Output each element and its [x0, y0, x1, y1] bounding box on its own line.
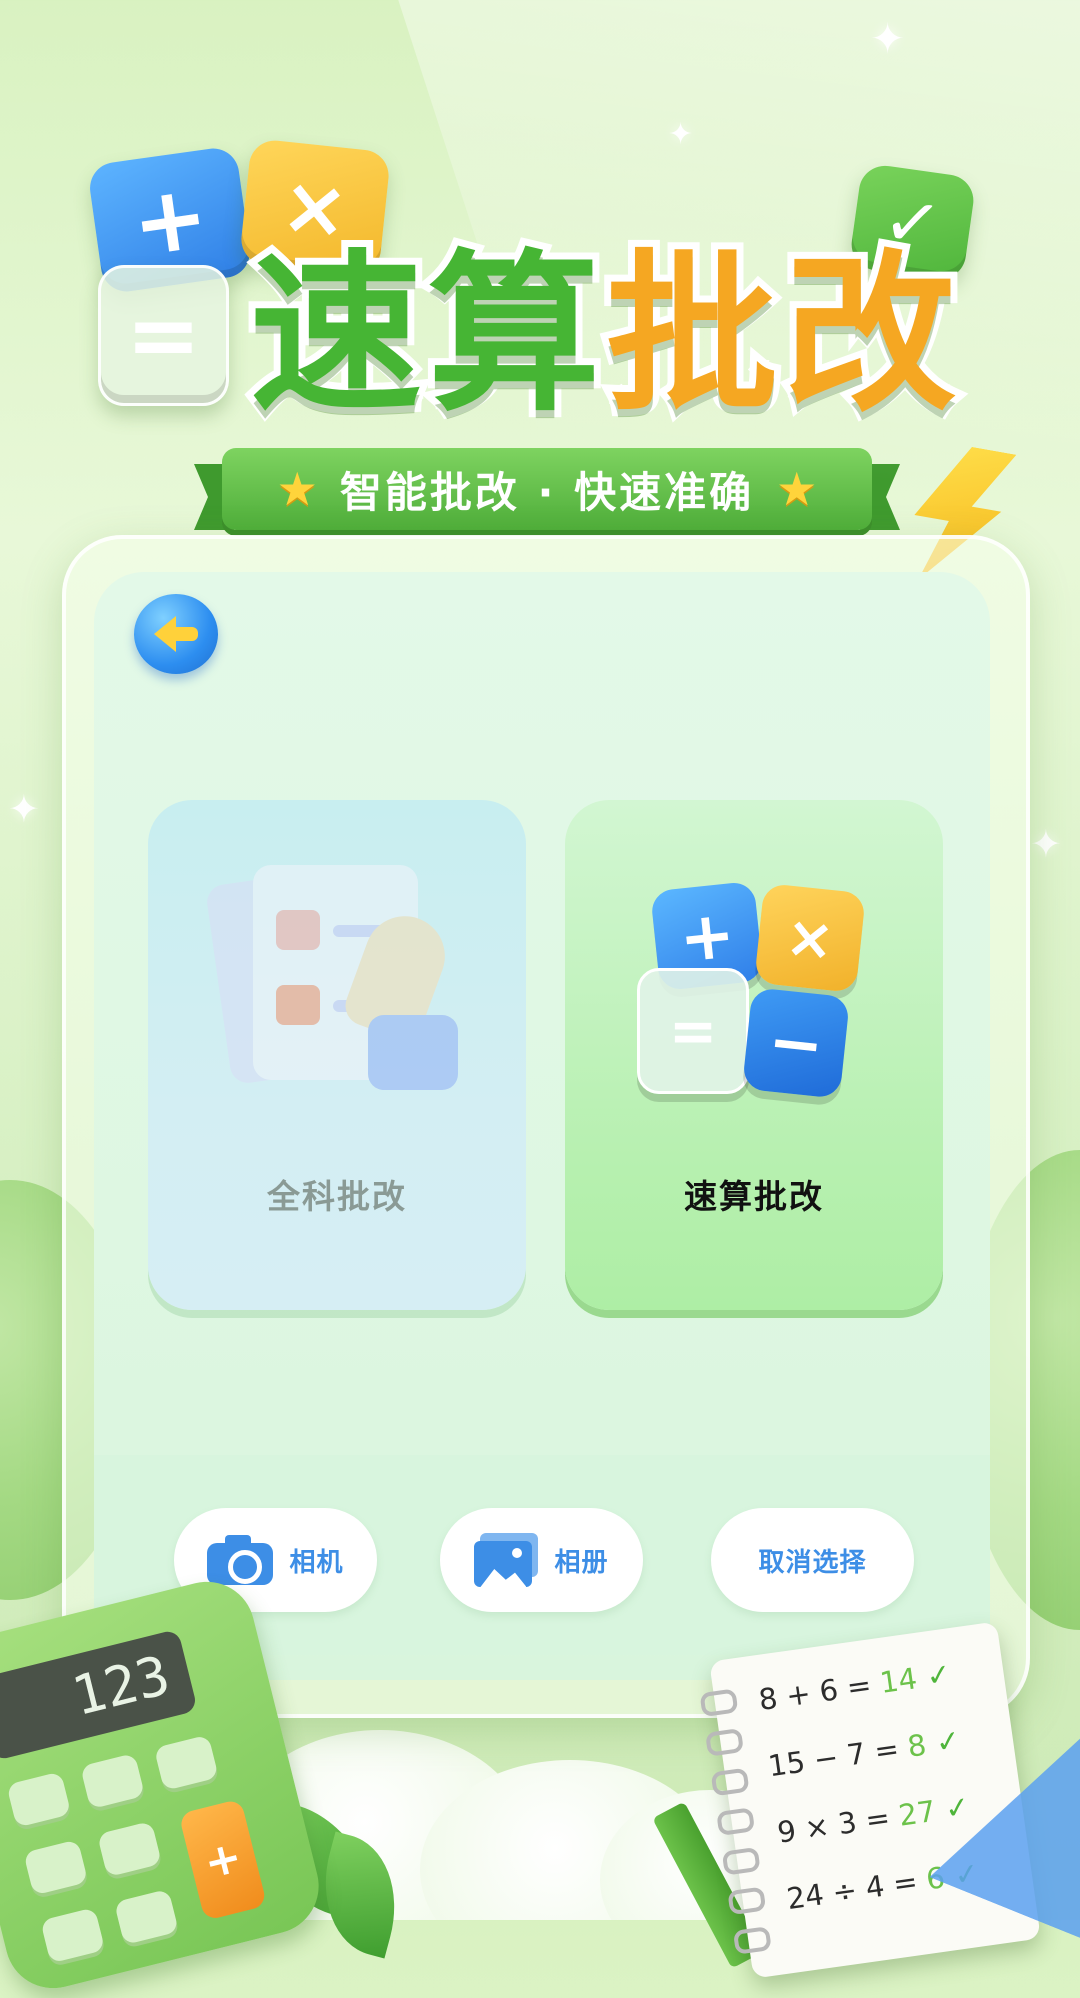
minus-icon: − — [741, 987, 851, 1099]
option-label-all-subjects: 全科批改 — [267, 1177, 407, 1216]
sparkle-icon: ✦ — [1030, 822, 1062, 866]
equals-icon: = — [637, 968, 749, 1094]
camera-icon — [207, 1535, 274, 1585]
star-icon: ★ — [776, 462, 818, 516]
equals-icon: = — [98, 265, 229, 406]
subtitle: 智能批改 · 快速准确 — [339, 467, 755, 517]
header: + × = ✓ 速算 批改 ★ 智能批改 · 快速准确 ★ — [0, 0, 1080, 540]
equation-line: 9 × 3 = 27 ✓ — [775, 1789, 972, 1850]
times-icon: × — [754, 882, 866, 994]
album-button[interactable]: 相册 — [440, 1508, 643, 1612]
photo-album-icon — [474, 1533, 539, 1587]
cancel-selection-label: 取消选择 — [758, 1547, 867, 1578]
option-card-all-subjects[interactable]: 全科批改 — [148, 800, 526, 1310]
back-arrow-icon — [154, 616, 198, 652]
calculator-display: 123 — [0, 1628, 198, 1762]
check-icon: ✓ — [942, 1789, 972, 1827]
page-title: 速算 批改 — [243, 234, 963, 435]
calculator-plus-key: + — [178, 1798, 268, 1921]
cancel-selection-button[interactable]: 取消选择 — [711, 1508, 914, 1612]
option-label-quick-calc: 速算批改 — [684, 1177, 824, 1216]
math-operators-icon: + × = − — [637, 880, 877, 1120]
check-icon: ✓ — [933, 1722, 963, 1760]
back-button[interactable] — [134, 594, 218, 674]
equation-line: 8 + 6 = 14 ✓ — [756, 1656, 954, 1718]
homework-check-icon — [204, 864, 458, 1105]
subtitle-ribbon: ★ 智能批改 · 快速准确 ★ — [222, 448, 872, 530]
option-card-quick-calc[interactable]: + × = − 速算批改 — [565, 800, 943, 1310]
title-part-orange: 批改 — [599, 234, 963, 435]
star-icon: ★ — [276, 462, 318, 516]
camera-label: 相机 — [289, 1547, 344, 1578]
title-part-green: 速算 — [243, 234, 607, 435]
sparkle-icon: ✦ — [8, 787, 40, 831]
notebook-illustration: 8 + 6 = 14 ✓ 15 − 7 = 8 ✓ 9 × 3 = 27 ✓ 24 ÷… — [699, 1621, 1041, 1979]
equation-line: 15 − 7 = 8 ✓ — [765, 1722, 963, 1784]
album-label: 相册 — [554, 1547, 609, 1578]
check-icon: ✓ — [924, 1656, 954, 1694]
